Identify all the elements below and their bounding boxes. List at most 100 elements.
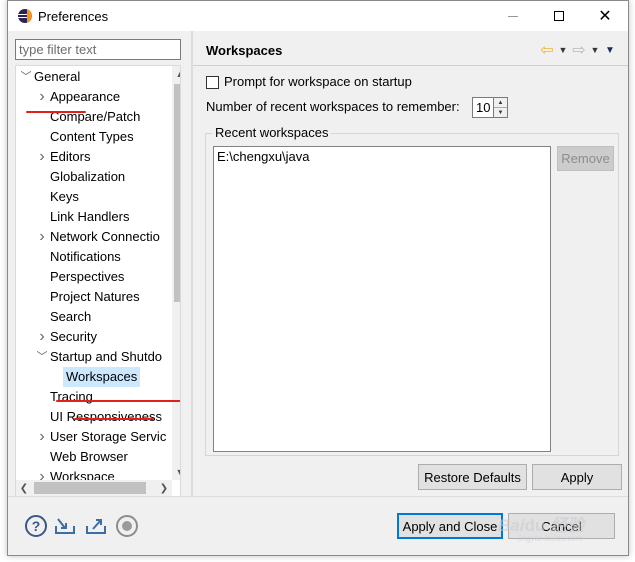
tree-item-label: User Storage Servic xyxy=(50,429,167,444)
workspaces-page: Workspaces ⇦ ▼ ⇨ ▼ ▼ Prompt for workspac… xyxy=(193,31,628,496)
sidebar-item-notifications[interactable]: Notifications xyxy=(16,247,172,267)
maximize-icon xyxy=(554,11,564,21)
tree-item-label: Security xyxy=(50,329,97,344)
scroll-left-icon[interactable]: ❮ xyxy=(16,480,32,496)
sidebar-item-search[interactable]: Search xyxy=(16,307,172,327)
horizontal-scroll-thumb[interactable] xyxy=(34,482,146,494)
tree-item-label: Web Browser xyxy=(50,449,128,464)
sidebar-item-startup-and-shutdo[interactable]: ﹀ Startup and Shutdo xyxy=(16,347,172,367)
spin-up-icon[interactable]: ▲ xyxy=(494,98,507,108)
recent-workspaces-list[interactable]: E:\chengxu\java xyxy=(213,146,551,452)
chevron-right-icon[interactable]: › xyxy=(36,327,48,347)
sidebar-item-web-browser[interactable]: Web Browser xyxy=(16,447,172,467)
tree-item-label: Content Types xyxy=(50,129,134,144)
tree-item-label: Editors xyxy=(50,149,91,164)
tree-item-label: Perspectives xyxy=(50,269,125,284)
sidebar-item-user-storage-servic[interactable]: › User Storage Servic xyxy=(16,427,172,447)
sidebar-item-appearance[interactable]: › Appearance xyxy=(16,87,172,107)
window-title: Preferences xyxy=(38,9,109,24)
import-icon[interactable] xyxy=(54,515,76,537)
general-underline xyxy=(26,111,86,113)
cancel-button[interactable]: Cancel xyxy=(508,513,615,539)
sidebar-item-globalization[interactable]: Globalization xyxy=(16,167,172,187)
tree-item-label: Appearance xyxy=(50,89,121,104)
sidebar-item-project-natures[interactable]: Project Natures xyxy=(16,287,172,307)
startup-underline xyxy=(56,400,180,402)
chevron-right-icon[interactable]: › xyxy=(36,427,48,447)
sidebar-item-content-types[interactable]: Content Types xyxy=(16,127,172,147)
record-dot xyxy=(122,521,132,531)
tree-vertical-scrollbar[interactable]: ▲ ▼ xyxy=(172,66,180,480)
spin-down-icon[interactable]: ▼ xyxy=(494,108,507,118)
tree-item-label: Workspaces xyxy=(63,367,141,387)
apply-and-close-button[interactable]: Apply and Close xyxy=(397,513,503,539)
sidebar-item-perspectives[interactable]: Perspectives xyxy=(16,267,172,287)
scroll-right-icon[interactable]: ❯ xyxy=(156,480,172,496)
remove-button[interactable]: Remove xyxy=(557,146,614,171)
sidebar-item-ui-responsiveness[interactable]: UI Responsiveness xyxy=(16,407,172,427)
tree-item-label: Network Connectio xyxy=(50,229,160,244)
tree-horizontal-scrollbar[interactable]: ❮ ❯ xyxy=(16,480,172,496)
tree-item-label: Link Handlers xyxy=(50,209,130,224)
sidebar-item-editors[interactable]: › Editors xyxy=(16,147,172,167)
forward-arrow-icon[interactable]: ⇨ xyxy=(570,41,588,59)
filter-input[interactable] xyxy=(15,39,181,60)
minimize-icon xyxy=(508,15,518,17)
preferences-window: Preferences ✕ ›WorkspaceWeb Browser›User… xyxy=(7,0,629,556)
export-icon[interactable] xyxy=(85,515,107,537)
back-dropdown-icon[interactable]: ▼ xyxy=(556,45,570,55)
recent-count-label: Number of recent workspaces to remember: xyxy=(206,99,460,114)
tree-item-label: Globalization xyxy=(50,169,126,184)
vertical-scroll-thumb[interactable] xyxy=(174,84,180,302)
page-title: Workspaces xyxy=(206,43,283,58)
view-menu-icon[interactable]: ▼ xyxy=(602,45,618,56)
sidebar-item-security[interactable]: › Security xyxy=(16,327,172,347)
recent-count-spinner[interactable]: ▲ ▼ xyxy=(494,97,508,118)
chevron-right-icon[interactable]: › xyxy=(36,147,48,167)
back-arrow-icon[interactable]: ⇦ xyxy=(538,41,556,59)
restore-defaults-button[interactable]: Restore Defaults xyxy=(418,464,527,490)
header-separator xyxy=(193,65,628,66)
sidebar-item-link-handlers[interactable]: Link Handlers xyxy=(16,207,172,227)
tree-item-label: Compare/Patch xyxy=(50,109,141,124)
minimize-button[interactable] xyxy=(490,1,536,31)
chevron-right-icon[interactable]: › xyxy=(36,227,48,247)
sidebar-item-tracing[interactable]: Tracing xyxy=(16,387,172,407)
prompt-startup-checkbox[interactable] xyxy=(206,76,219,89)
tree-item-label: Project Natures xyxy=(50,289,140,304)
maximize-button[interactable] xyxy=(536,1,582,31)
scroll-down-icon[interactable]: ▼ xyxy=(172,464,180,480)
chevron-right-icon[interactable]: › xyxy=(36,87,48,107)
recent-count-input[interactable]: 10 xyxy=(472,97,494,118)
help-icon[interactable]: ? xyxy=(25,515,47,537)
sidebar-item-workspaces[interactable]: Workspaces xyxy=(16,367,172,387)
sidebar-item-network-connectio[interactable]: › Network Connectio xyxy=(16,227,172,247)
close-icon: ✕ xyxy=(598,8,612,25)
sidebar-item-compare-patch[interactable]: Compare/Patch xyxy=(16,107,172,127)
eclipse-logo-icon xyxy=(18,9,32,23)
tree-item-label: Search xyxy=(50,309,92,324)
close-button[interactable]: ✕ xyxy=(582,1,628,31)
preference-navigation: ›WorkspaceWeb Browser›User Storage Servi… xyxy=(8,31,191,497)
tree-item-label: Tracing xyxy=(50,389,93,404)
workspaces-underline xyxy=(74,418,154,420)
sidebar-item-keys[interactable]: Keys xyxy=(16,187,172,207)
scroll-up-icon[interactable]: ▲ xyxy=(172,66,180,82)
prompt-startup-label[interactable]: Prompt for workspace on startup xyxy=(224,74,412,89)
title-bar: Preferences ✕ xyxy=(8,1,628,31)
preference-tree: › Workspace Web Browser › User Storage Servi… xyxy=(15,65,181,497)
tree-item-label: Notifications xyxy=(50,249,121,264)
tree-item-label: General xyxy=(34,69,81,84)
list-item[interactable]: E:\chengxu\java xyxy=(217,149,310,164)
forward-dropdown-icon[interactable]: ▼ xyxy=(588,45,602,55)
record-icon[interactable] xyxy=(116,515,138,537)
tree-item-label: Keys xyxy=(50,189,79,204)
apply-button[interactable]: Apply xyxy=(532,464,622,490)
page-navigation: ⇦ ▼ ⇨ ▼ ▼ xyxy=(538,41,618,59)
recent-workspaces-label: Recent workspaces xyxy=(212,125,332,140)
sidebar-item-general[interactable]: ﹀ General xyxy=(16,67,172,87)
chevron-down-icon[interactable]: ﹀ xyxy=(20,67,32,87)
footer-separator xyxy=(8,496,628,497)
tree-item-label: Startup and Shutdo xyxy=(50,349,163,364)
chevron-down-icon[interactable]: ﹀ xyxy=(36,347,48,367)
